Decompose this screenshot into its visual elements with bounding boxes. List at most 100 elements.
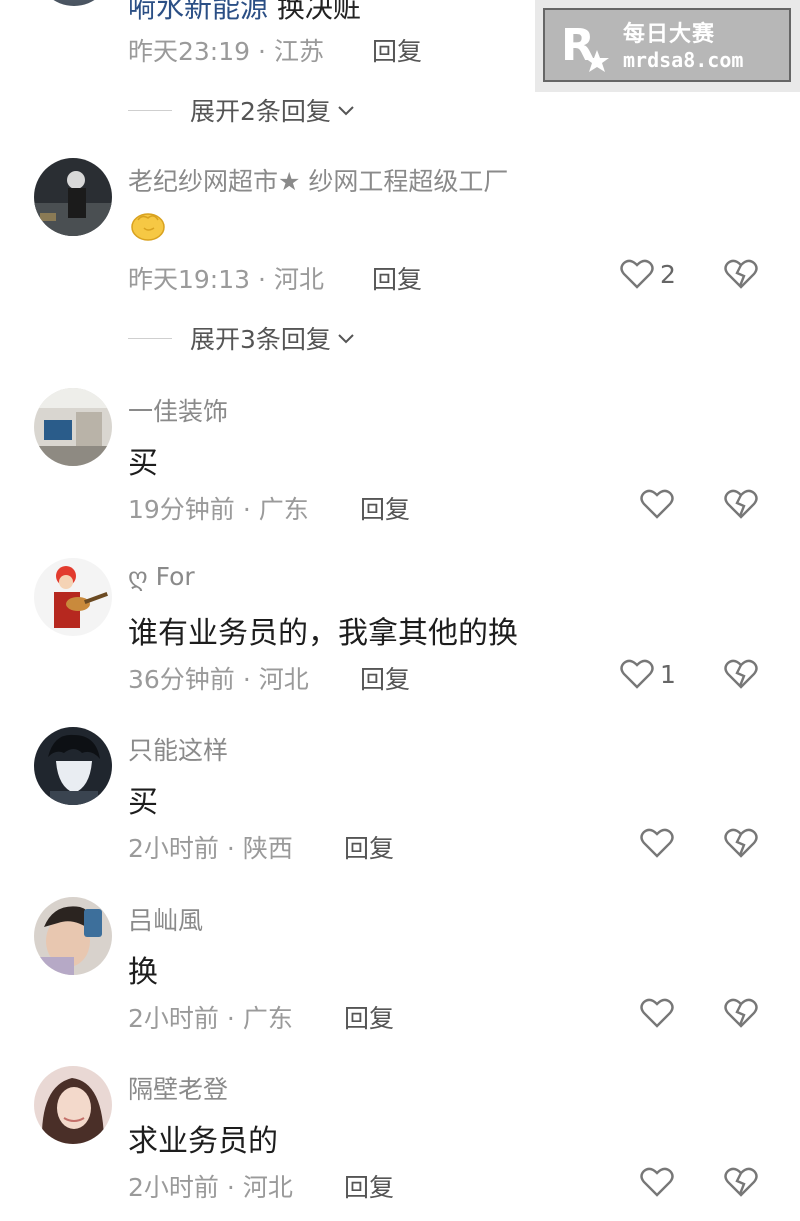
comment-item: 吕屾風 换 2小时前 · 广东 回复 bbox=[0, 897, 800, 1047]
avatar[interactable] bbox=[34, 558, 112, 636]
dislike-button[interactable] bbox=[724, 258, 758, 294]
comment-meta: 昨天23:19 · 江苏 bbox=[128, 32, 324, 68]
divider bbox=[128, 109, 172, 111]
comment-list-screen: 嗬水新能源 换决赃 昨天23:19 · 江苏 回复 展开2条回复 老纪纱网超市★ 纱… bbox=[0, 0, 800, 1221]
like-count: 1 bbox=[660, 659, 676, 689]
meta-separator: · bbox=[242, 665, 251, 694]
reply-button[interactable]: 回复 bbox=[344, 1168, 394, 1204]
comment-time: 19分钟前 bbox=[128, 495, 235, 524]
avatar[interactable] bbox=[34, 897, 112, 975]
watermark-logo-letter: R bbox=[561, 20, 595, 71]
comment-item: 只能这样 买 2小时前 · 陕西 回复 bbox=[0, 727, 800, 877]
comment-text: 换 bbox=[128, 955, 158, 990]
comment-region: 江苏 bbox=[274, 37, 325, 66]
mention-link[interactable]: 嗬水新能源 bbox=[128, 0, 268, 24]
comment-time: 36分钟前 bbox=[128, 665, 235, 694]
comment-region: 河北 bbox=[274, 265, 325, 294]
meta-separator: · bbox=[226, 1173, 235, 1202]
avatar[interactable] bbox=[34, 727, 112, 805]
username[interactable]: ღ For bbox=[128, 562, 195, 591]
meta-separator: · bbox=[226, 1004, 235, 1033]
comment-item: ღ For 谁有业务员的，我拿其他的换 36分钟前 · 河北 回复 1 bbox=[0, 558, 800, 708]
reply-button[interactable]: 回复 bbox=[372, 260, 422, 296]
comment-text: 买 bbox=[128, 785, 158, 820]
watermark-logo-icon: R bbox=[561, 20, 609, 72]
fist-emoji-icon bbox=[128, 210, 170, 241]
reply-button[interactable]: 回复 bbox=[372, 32, 422, 68]
expand-replies-label: 展开3条回复 bbox=[190, 325, 331, 354]
username[interactable]: 老纪纱网超市★ 纱网工程超级工厂 bbox=[128, 162, 508, 198]
dislike-button[interactable] bbox=[724, 1166, 758, 1202]
dislike-button[interactable] bbox=[724, 827, 758, 863]
comment-meta: 19分钟前 · 广东 bbox=[128, 490, 309, 526]
comment-region: 广东 bbox=[258, 495, 309, 524]
meta-separator: · bbox=[258, 37, 266, 66]
like-button[interactable]: 1 bbox=[620, 658, 676, 690]
broken-heart-icon bbox=[724, 489, 758, 519]
comment-region: 河北 bbox=[258, 665, 309, 694]
reply-button[interactable]: 回复 bbox=[360, 490, 410, 526]
dislike-button[interactable] bbox=[724, 488, 758, 524]
comment-item: 隔壁老登 求业务员的 2小时前 · 河北 回复 bbox=[0, 1066, 800, 1216]
comment-text: 求业务员的 bbox=[128, 1124, 278, 1159]
avatar[interactable] bbox=[36, 0, 112, 6]
comment-text: 换决赃 bbox=[276, 0, 361, 24]
reply-button[interactable]: 回复 bbox=[360, 660, 410, 696]
broken-heart-icon bbox=[724, 828, 758, 858]
comment-item: 老纪纱网超市★ 纱网工程超级工厂 昨天19:13 · 河北 回复 2 展开3条回复 bbox=[0, 158, 800, 358]
heart-icon bbox=[640, 1167, 674, 1197]
heart-icon bbox=[640, 998, 674, 1028]
meta-separator: · bbox=[258, 265, 266, 294]
username[interactable]: 一佳装饰 bbox=[128, 392, 228, 428]
comment-item: 一佳装饰 买 19分钟前 · 广东 回复 bbox=[0, 388, 800, 538]
expand-replies-label: 展开2条回复 bbox=[190, 97, 331, 126]
comment-region: 河北 bbox=[242, 1173, 293, 1202]
username[interactable]: 吕屾風 bbox=[128, 901, 203, 937]
comment-region: 陕西 bbox=[242, 834, 293, 863]
chevron-down-icon bbox=[338, 106, 354, 116]
comment-time: 2小时前 bbox=[128, 1004, 219, 1033]
avatar[interactable] bbox=[34, 1066, 112, 1144]
meta-separator: · bbox=[226, 834, 235, 863]
watermark-url: mrdsa8.com bbox=[623, 48, 744, 72]
expand-replies-button[interactable]: 展开3条回复 bbox=[128, 320, 357, 356]
comment-time: 昨天23:19 bbox=[128, 37, 251, 66]
broken-heart-icon bbox=[724, 1167, 758, 1197]
comment-time: 昨天19:13 bbox=[128, 265, 251, 294]
comment-meta: 昨天19:13 · 河北 bbox=[128, 260, 324, 296]
comment-meta: 2小时前 · 河北 bbox=[128, 1168, 293, 1204]
dislike-button[interactable] bbox=[724, 997, 758, 1033]
heart-icon bbox=[620, 259, 654, 289]
like-button[interactable]: 2 bbox=[620, 258, 676, 290]
reply-button[interactable]: 回复 bbox=[344, 829, 394, 865]
like-button[interactable] bbox=[640, 997, 674, 1029]
username[interactable]: 只能这样 bbox=[128, 731, 228, 767]
reply-button[interactable]: 回复 bbox=[344, 999, 394, 1035]
broken-heart-icon bbox=[724, 659, 758, 689]
username[interactable]: 隔壁老登 bbox=[128, 1070, 228, 1106]
comment-content: 嗬水新能源 换决赃 bbox=[128, 0, 361, 26]
dislike-button[interactable] bbox=[724, 658, 758, 694]
comment-time: 2小时前 bbox=[128, 834, 219, 863]
heart-icon bbox=[620, 659, 654, 689]
like-count: 2 bbox=[660, 259, 676, 289]
expand-replies-button[interactable]: 展开2条回复 bbox=[128, 92, 357, 128]
avatar[interactable] bbox=[34, 388, 112, 466]
heart-icon bbox=[640, 489, 674, 519]
avatar[interactable] bbox=[34, 158, 112, 236]
like-button[interactable] bbox=[640, 488, 674, 520]
like-button[interactable] bbox=[640, 1166, 674, 1198]
divider bbox=[128, 337, 172, 339]
chevron-down-icon bbox=[338, 334, 354, 344]
comment-meta: 2小时前 · 广东 bbox=[128, 999, 293, 1035]
heart-icon bbox=[640, 828, 674, 858]
watermark-title: 每日大赛 bbox=[623, 22, 716, 47]
meta-separator: · bbox=[242, 495, 251, 524]
comment-meta: 2小时前 · 陕西 bbox=[128, 829, 293, 865]
watermark-box: R 每日大赛 mrdsa8.com bbox=[543, 8, 791, 82]
comment-text: 买 bbox=[128, 446, 158, 481]
comment-region: 广东 bbox=[242, 1004, 293, 1033]
like-button[interactable] bbox=[640, 827, 674, 859]
broken-heart-icon bbox=[724, 259, 758, 289]
watermark: R 每日大赛 mrdsa8.com bbox=[535, 0, 800, 92]
